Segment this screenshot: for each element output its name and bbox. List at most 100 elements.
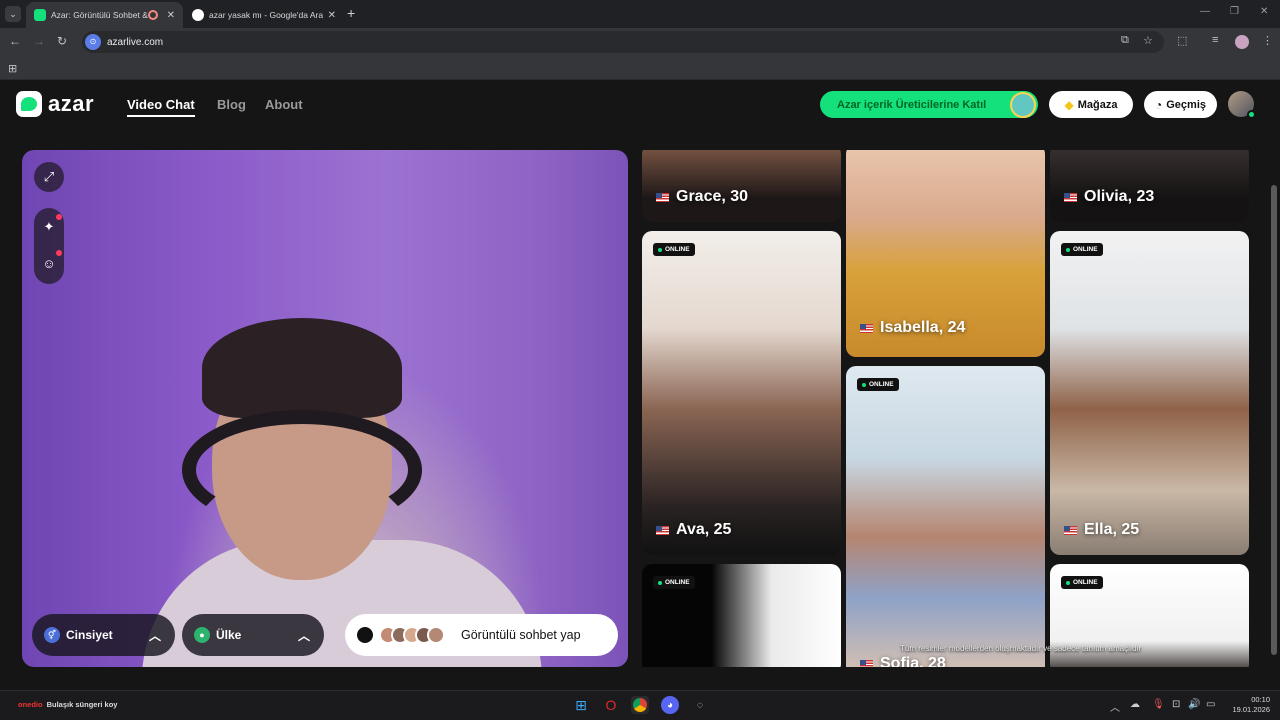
join-creators-button[interactable]: Azar içerik Üreticilerine Katıl — [820, 91, 1038, 118]
notification-dot — [56, 214, 62, 220]
us-flag-icon — [1064, 525, 1077, 535]
effects-controls: ✦ ☺ — [34, 208, 64, 284]
volume-icon[interactable]: 🔊 — [1188, 699, 1200, 710]
microphone-icon[interactable]: 🎙 — [1152, 699, 1165, 710]
browser-tabstrip: ⌄ Azar: Görüntülü Sohbet & Y ✕ azar yasa… — [0, 0, 1280, 28]
news-widget[interactable]: onedio Bulaşık süngeri koy — [18, 700, 117, 709]
windows-start-icon[interactable]: ⊞ — [572, 696, 590, 714]
close-icon[interactable]: ✕ — [328, 10, 336, 21]
tab-title: azar yasak mı - Google'da Ara — [209, 10, 324, 20]
profile-card[interactable]: Grace, 30 — [642, 150, 841, 222]
profile-card[interactable]: ONLINE Ava, 25 — [642, 231, 841, 555]
gender-icon: ⚥ — [44, 627, 60, 643]
azar-page: azar Video Chat Blog About Azar içerik Ü… — [0, 81, 1280, 690]
system-clock[interactable]: 00:10 19.01.2026 — [1228, 695, 1270, 715]
azar-favicon-icon — [34, 9, 46, 21]
tab-google[interactable]: azar yasak mı - Google'da Ara ✕ — [184, 2, 344, 28]
us-flag-icon — [860, 659, 873, 667]
user-avatar[interactable] — [1228, 91, 1256, 119]
clock-icon: ◔ — [1155, 97, 1163, 112]
store-button[interactable]: ◆ Mağaza — [1049, 91, 1133, 118]
online-status-dot — [1247, 110, 1256, 119]
profile-name: Sofia, 28 — [860, 655, 946, 667]
minimize-icon[interactable]: — — [1200, 6, 1210, 17]
us-flag-icon — [656, 192, 669, 202]
chrome-icon[interactable] — [631, 696, 649, 714]
creator-badge-icon — [1010, 92, 1036, 118]
media-icon[interactable]: ≡ — [1212, 34, 1218, 46]
nav-about[interactable]: About — [265, 97, 303, 112]
online-badge: ONLINE — [857, 378, 899, 391]
online-badge: ONLINE — [1061, 243, 1103, 256]
start-video-chat-label: Görüntülü sohbet yap — [461, 628, 581, 642]
chevron-up-icon: ︿ — [297, 629, 310, 643]
reload-icon[interactable]: ↻ — [57, 34, 67, 48]
profile-card[interactable]: ONLINE Sofia, 28 — [846, 366, 1045, 667]
us-flag-icon — [860, 323, 873, 333]
camera-person-hair — [202, 318, 402, 418]
profile-icon[interactable] — [1235, 35, 1249, 49]
tab-azar[interactable]: Azar: Görüntülü Sohbet & Y ✕ — [26, 2, 183, 28]
store-label: Mağaza — [1077, 98, 1118, 111]
start-video-chat-button[interactable]: Görüntülü sohbet yap — [345, 614, 618, 656]
nav-blog[interactable]: Blog — [217, 97, 246, 112]
profile-grid: Grace, 30 ONLINE Ava, 25 ONLINE Isabella… — [642, 150, 1250, 667]
apps-grid-icon[interactable]: ⊞ — [8, 62, 17, 75]
profile-card[interactable]: Isabella, 24 — [846, 150, 1045, 357]
expand-icon[interactable]: ⤢ — [34, 162, 64, 192]
headset-graphic — [182, 410, 422, 530]
battery-icon[interactable]: ▭ — [1206, 699, 1215, 710]
menu-icon[interactable]: ⋮ — [1262, 34, 1273, 47]
profile-card[interactable]: Olivia, 23 — [1050, 150, 1249, 222]
country-filter-label: Ülke — [216, 628, 242, 642]
azar-logo-icon — [16, 91, 42, 117]
extensions-icon[interactable]: ⬚ — [1177, 34, 1187, 47]
install-icon[interactable]: ⧉ — [1121, 34, 1129, 47]
country-filter-button[interactable]: ● Ülke ︿ — [182, 614, 324, 656]
window-close-icon[interactable]: ✕ — [1260, 6, 1268, 17]
back-icon[interactable]: ← — [9, 34, 21, 48]
news-source: onedio — [18, 700, 43, 709]
nav-video-chat[interactable]: Video Chat — [127, 97, 195, 117]
online-badge: ONLINE — [1061, 576, 1103, 589]
history-label: Geçmiş — [1166, 98, 1206, 111]
windows-taskbar: onedio Bulaşık süngeri koy ⊞ O ◕ ◌ ︿ ☁ 🎙 … — [0, 690, 1280, 720]
tray-overflow-icon[interactable]: ︿ — [1110, 699, 1120, 714]
opera-icon[interactable]: O — [602, 696, 620, 714]
us-flag-icon — [656, 525, 669, 535]
google-favicon-icon — [192, 9, 204, 21]
cloud-icon[interactable]: ☁ — [1130, 699, 1140, 710]
forward-icon[interactable]: → — [33, 34, 45, 48]
discord-icon[interactable]: ◕ — [661, 696, 679, 714]
gender-filter-button[interactable]: ⚥ Cinsiyet ︿ — [32, 614, 175, 656]
new-tab-icon[interactable]: + — [347, 5, 355, 21]
address-bar[interactable]: ⊙ azarlive.com — [82, 31, 1164, 53]
diamond-icon: ◆ — [1064, 97, 1074, 112]
history-button[interactable]: ◔ Geçmiş — [1144, 91, 1217, 118]
camera-icon — [357, 627, 373, 643]
profile-card[interactable]: ONLINE — [642, 564, 841, 667]
site-info-icon[interactable]: ⊙ — [85, 34, 101, 50]
profile-name: Ella, 25 — [1064, 521, 1139, 539]
search-tabs-icon[interactable]: ⌄ — [5, 6, 21, 22]
page-scrollbar[interactable] — [1271, 185, 1277, 655]
notification-dot — [56, 250, 62, 256]
chevron-up-icon: ︿ — [148, 629, 161, 643]
logo-text: azar — [48, 91, 95, 116]
disclaimer-text: Tüm resimler modellerden oluşmaktadır ve… — [900, 644, 1142, 653]
globe-icon: ● — [194, 627, 210, 643]
preview-faces — [375, 626, 445, 644]
close-icon[interactable]: ✕ — [167, 10, 175, 21]
network-icon[interactable]: ⊡ — [1172, 699, 1180, 710]
clock-date: 19.01.2026 — [1232, 705, 1270, 714]
profile-name: Ava, 25 — [656, 521, 731, 539]
azar-logo[interactable]: azar — [16, 91, 94, 117]
gender-filter-label: Cinsiyet — [66, 628, 113, 642]
profile-card[interactable]: ONLINE Ella, 25 — [1050, 231, 1249, 555]
restore-icon[interactable]: ❐ — [1230, 6, 1239, 17]
bookmarks-bar: ⊞ — [0, 56, 1280, 80]
recorder-icon[interactable]: ◌ — [691, 696, 709, 714]
star-icon[interactable]: ☆ — [1143, 34, 1153, 47]
profile-name: Isabella, 24 — [860, 319, 965, 337]
clock-time: 00:10 — [1251, 695, 1270, 704]
